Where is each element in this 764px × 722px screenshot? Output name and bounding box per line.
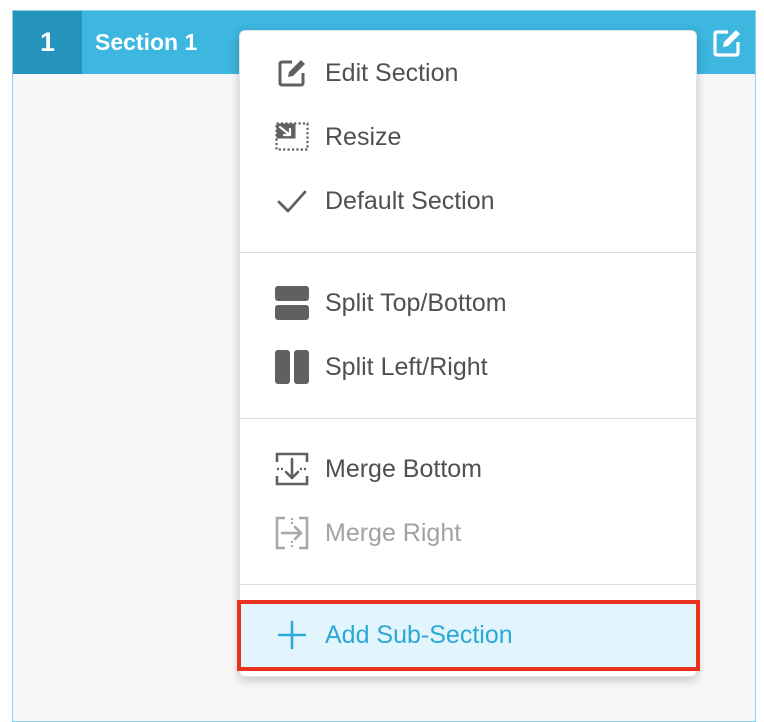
menu-item-split-top-bottom[interactable]: Split Top/Bottom <box>240 271 696 335</box>
menu-item-split-left-right[interactable]: Split Left/Right <box>240 335 696 399</box>
menu-item-default-section[interactable]: Default Section <box>240 169 696 233</box>
plus-icon <box>274 617 310 653</box>
edit-icon <box>274 55 310 91</box>
merge-bottom-icon <box>274 451 310 487</box>
section-context-menu: Edit Section Resize Default Section Spli… <box>239 30 697 677</box>
menu-item-label: Edit Section <box>325 58 459 87</box>
menu-item-resize[interactable]: Resize <box>240 105 696 169</box>
split-left-right-icon <box>274 349 310 385</box>
edit-icon[interactable] <box>711 27 743 59</box>
menu-item-label: Merge Bottom <box>325 454 483 483</box>
menu-item-label: Resize <box>325 122 402 151</box>
menu-divider <box>240 252 696 253</box>
section-number: 1 <box>13 11 82 74</box>
menu-item-label: Default Section <box>325 186 495 215</box>
checkmark-icon <box>274 183 310 219</box>
menu-item-merge-bottom[interactable]: Merge Bottom <box>240 437 696 501</box>
menu-item-label: Add Sub-Section <box>325 620 513 649</box>
resize-icon <box>274 119 310 155</box>
merge-right-icon <box>274 515 310 551</box>
section-title: Section 1 <box>95 29 198 55</box>
menu-item-merge-right[interactable]: Merge Right <box>240 501 696 565</box>
menu-item-label: Split Left/Right <box>325 352 488 381</box>
menu-divider <box>240 584 696 585</box>
menu-divider <box>240 418 696 419</box>
menu-item-label: Merge Right <box>325 518 462 547</box>
menu-item-edit-section[interactable]: Edit Section <box>240 41 696 105</box>
menu-item-label: Split Top/Bottom <box>325 288 507 317</box>
split-top-bottom-icon <box>274 285 310 321</box>
menu-item-add-sub-section[interactable]: Add Sub-Section <box>240 602 696 668</box>
